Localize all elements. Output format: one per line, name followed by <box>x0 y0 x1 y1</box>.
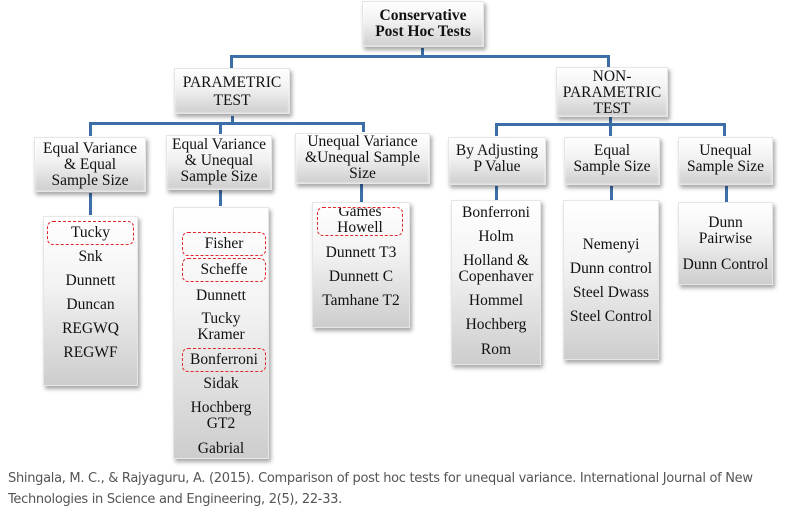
test-tamhane-t2: Tamhane T2 <box>322 292 400 309</box>
test-hochberg-gt2-line-2: GT2 <box>206 415 236 432</box>
test-bonferroni: Bonferroni <box>182 348 266 372</box>
connector-group-5-drop <box>610 186 613 200</box>
branch-parametric-line-2: TEST <box>213 92 251 109</box>
root-line-1: Conservative <box>379 7 467 24</box>
citation-caption: Shingala, M. C., & Rajyaguru, A. (2015).… <box>8 471 753 507</box>
test-regwq: REGWQ <box>62 320 119 337</box>
tests-list-adjusting-p: Bonferroni Holm Holland & Copenhaver Hom… <box>451 200 541 365</box>
test-sidak: Sidak <box>203 375 239 392</box>
test-tucky-kramer-line-1: Tucky <box>201 310 241 327</box>
test-regwf: REGWF <box>63 344 118 361</box>
test-hommel: Hommel <box>468 292 524 309</box>
test-nemenyi: Nemenyi <box>582 236 640 253</box>
test-steel-control: Steel Control <box>569 308 653 325</box>
branch-nonparam-line-3: TEST <box>593 100 631 117</box>
test-tucky: Tucky <box>47 221 134 245</box>
connector-param-drop-2 <box>219 122 222 134</box>
group-unequal-var-unequal-n: Unequal Variance &Unequal Sample Size <box>295 133 430 184</box>
connector-group-2-drop <box>219 190 222 206</box>
group-5-line-1: Equal <box>593 142 631 159</box>
group-1-line-2: & Equal <box>63 156 117 173</box>
tests-list-unequal-var-unequal-n: Games Howell Dunnett T3 Dunnett C Tamhan… <box>312 202 410 328</box>
connector-group-6-drop <box>725 186 728 202</box>
connector-root-left-drop <box>230 55 233 68</box>
tests-list-equal-var-unequal-n: Fisher Scheffe Dunnett Tucky Kramer Bonf… <box>173 207 269 459</box>
connector-param-drop-1 <box>89 122 92 136</box>
test-rom: Rom <box>480 341 512 358</box>
connector-nonparam-drop-3 <box>723 123 726 136</box>
test-holland-line-2: Copenhaver <box>458 268 534 285</box>
tests-list-equal-n: Nemenyi Dunn control Steel Dwass Steel C… <box>563 200 659 360</box>
test-gabrial: Gabrial <box>197 440 245 457</box>
connector-param-bar <box>89 122 365 125</box>
group-unequal-n: Unequal Sample Size <box>678 137 773 185</box>
group-3-line-1: Unequal Variance <box>307 133 418 150</box>
branch-nonparametric: NON- PARAMETRIC TEST <box>556 67 668 117</box>
tests-list-equal-var-equal-n: Tucky Snk Dunnett Duncan REGWQ REGWF <box>43 216 138 386</box>
group-4-line-1: By Adjusting <box>455 142 539 159</box>
group-equal-n: Equal Sample Size <box>564 137 660 185</box>
test-tucky-kramer-line-2: Kramer <box>197 326 245 343</box>
test-dunn-control: Dunn control <box>569 260 653 277</box>
test-tucky-kramer: Tucky Kramer <box>178 311 264 343</box>
branch-parametric-line-1: PARAMETRIC <box>182 74 282 91</box>
group-equal-var-equal-n: Equal Variance & Equal Sample Size <box>34 137 146 192</box>
group-3-line-2: &Unequal Sample <box>305 149 420 166</box>
branch-parametric: PARAMETRIC TEST <box>174 68 290 114</box>
test-dunnett-c: Dunnett C <box>328 268 394 285</box>
tests-list-unequal-n: Dunn Pairwise Dunn Control <box>678 202 773 285</box>
test-scheffe: Scheffe <box>182 258 266 282</box>
branch-nonparam-line-1: NON- <box>592 68 632 85</box>
group-5-line-2: Sample Size <box>573 158 651 175</box>
connector-nonparam-drop-1 <box>495 123 498 136</box>
group-6-line-1: Unequal <box>699 142 752 159</box>
group-6-line-2: Sample Size <box>686 158 765 175</box>
test-holm: Holm <box>478 228 514 245</box>
test-games-howell: Games Howell <box>317 207 403 236</box>
test-hochberg-gt2-line-1: Hochberg <box>190 399 252 416</box>
group-1-line-3: Sample Size <box>51 172 129 189</box>
test-hochberg-gt2: Hochberg GT2 <box>178 400 264 432</box>
group-2-line-3: Sample Size <box>180 168 258 185</box>
group-3-line-3: Size <box>349 165 376 182</box>
connector-group-1-drop <box>89 193 92 215</box>
connector-root-bar <box>230 55 610 58</box>
group-2-line-1: Equal Variance <box>172 136 266 153</box>
group-4-line-2: P Value <box>473 158 521 175</box>
group-2-line-2: & Unequal <box>184 152 254 169</box>
test-duncan: Duncan <box>66 296 115 313</box>
group-1-line-1: Equal Variance <box>43 140 137 157</box>
test-hochberg: Hochberg <box>465 316 527 333</box>
root-node: Conservative Post Hoc Tests <box>362 1 484 47</box>
test-holland-copenhaver: Holland & Copenhaver <box>452 253 540 285</box>
group-equal-var-unequal-n: Equal Variance & Unequal Sample Size <box>166 135 272 190</box>
test-dunn-pairwise-line-2: Pairwise <box>698 230 753 247</box>
test-dunnett-2: Dunnett <box>196 287 246 304</box>
test-snk: Snk <box>78 248 103 265</box>
test-dunnett: Dunnett <box>65 272 116 289</box>
branch-nonparam-line-2: PARAMETRIC <box>562 84 662 101</box>
test-bonferroni-np: Bonferroni <box>461 204 530 221</box>
connector-group-3-drop <box>360 184 363 203</box>
test-dunn-pairwise-line-1: Dunn <box>708 214 743 231</box>
test-dunn-pairwise: Dunn Pairwise <box>679 215 772 247</box>
connector-nonparam-drop-2 <box>609 123 612 136</box>
test-dunn-control-2: Dunn Control <box>682 256 769 273</box>
group-adjusting-p: By Adjusting P Value <box>448 137 546 185</box>
connector-param-drop-3 <box>362 122 365 132</box>
test-dunnett-t3: Dunnett T3 <box>325 244 397 261</box>
test-holland-line-1: Holland & <box>463 252 529 269</box>
test-fisher: Fisher <box>182 232 266 256</box>
test-steel-dwass: Steel Dwass <box>572 284 650 301</box>
test-games-howell-line-2: Howell <box>337 219 383 236</box>
root-line-2: Post Hoc Tests <box>375 23 471 40</box>
connector-group-4-drop <box>495 186 498 200</box>
